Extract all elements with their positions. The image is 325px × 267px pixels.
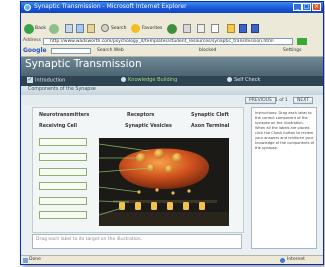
page-content: Synaptic Transmission ✓ Introduction Know… — [21, 57, 323, 255]
synapse-illustration-svg — [99, 138, 229, 226]
page-indicator: 1 of 1 — [275, 98, 288, 103]
axon-terminal-shape — [118, 148, 210, 189]
status-bar: Done Internet — [21, 255, 323, 264]
page-icon — [23, 258, 28, 263]
tab-introduction[interactable]: ✓ Introduction — [27, 77, 65, 84]
discuss-icon[interactable] — [251, 24, 259, 33]
print-icon[interactable] — [211, 24, 219, 33]
close-button[interactable]: × — [312, 3, 321, 11]
app-header: Synaptic Transmission — [21, 57, 323, 76]
address-bar: Address http://www.wadsworth.com/psychol… — [21, 37, 323, 46]
previous-button[interactable]: PREVIOUS — [245, 97, 276, 104]
home-icon[interactable] — [87, 24, 95, 33]
messenger-icon[interactable] — [239, 24, 247, 33]
back-icon[interactable] — [24, 24, 34, 34]
google-search-web-button[interactable]: Search Web — [97, 48, 124, 53]
browser-window: Synaptic Transmission - Microsoft Intern… — [20, 1, 324, 265]
globe-icon — [280, 258, 285, 263]
instructions-panel: Instructions: Drag each label to the cor… — [251, 107, 317, 249]
history-icon[interactable] — [183, 24, 191, 33]
google-logo: Google — [23, 47, 47, 54]
folder-icon[interactable] — [227, 24, 235, 33]
forward-icon[interactable] — [49, 24, 59, 34]
back-label[interactable]: Back — [35, 26, 46, 31]
page-nav: PREVIOUS 1 of 1 NEXT — [21, 95, 323, 105]
label-synaptic-cleft[interactable]: Synaptic Cleft — [191, 113, 229, 118]
section-header: Components of the Synapse — [21, 86, 323, 95]
section-title: Components of the Synapse — [28, 87, 96, 92]
tab-introduction-label: Introduction — [35, 77, 66, 84]
app-title: Synaptic Transmission — [25, 58, 142, 70]
favorites-icon[interactable] — [131, 24, 140, 33]
drop-target[interactable] — [39, 211, 87, 219]
search-label[interactable]: Search — [111, 26, 126, 31]
zone-text: Internet — [287, 257, 305, 262]
drop-target[interactable] — [39, 168, 87, 176]
bullet-icon — [121, 77, 126, 82]
menu-bar: File Edit View Favorites Tools Help — [21, 13, 323, 29]
media-icon[interactable] — [167, 24, 177, 34]
bullet-icon — [227, 77, 232, 82]
label-axon-terminal[interactable]: Axon Terminal — [191, 124, 229, 129]
google-settings-button[interactable]: Settings — [283, 48, 301, 53]
drop-target[interactable] — [39, 153, 87, 161]
checkmark-icon: ✓ — [27, 76, 33, 83]
instructions-text: Instructions: Drag each label to the cor… — [255, 111, 315, 150]
search-icon[interactable] — [101, 24, 109, 32]
google-search-input[interactable] — [51, 48, 91, 54]
tab-knowledge-building[interactable]: Knowledge Building — [121, 77, 177, 83]
google-toolbar: Google Search Web blocked Settings — [21, 46, 323, 57]
window-title: Synaptic Transmission - Microsoft Intern… — [34, 3, 187, 10]
tab-knowledge-building-label: Knowledge Building — [128, 77, 178, 83]
feedback-text: Drag each label to its target on the ill… — [36, 237, 143, 242]
status-text: Done — [29, 257, 41, 262]
address-input[interactable]: http://www.wadsworth.com/psychology_d/te… — [43, 38, 293, 45]
next-button[interactable]: NEXT — [293, 97, 313, 104]
go-button[interactable] — [297, 38, 307, 45]
popup-blocked-label[interactable]: blocked — [199, 48, 216, 53]
refresh-icon[interactable] — [76, 24, 84, 33]
mail-icon[interactable] — [197, 24, 205, 33]
title-bar[interactable]: Synaptic Transmission - Microsoft Intern… — [21, 2, 323, 13]
drop-target[interactable] — [39, 197, 87, 205]
browser-toolbar: Back Search Favorites — [21, 21, 323, 38]
address-label: Address — [23, 38, 41, 43]
drop-target[interactable] — [39, 138, 87, 146]
stop-icon[interactable] — [65, 24, 73, 33]
label-receptors[interactable]: Receptors — [127, 113, 154, 118]
tab-self-check[interactable]: Self Check — [227, 77, 260, 83]
label-synaptic-vesicles[interactable]: Synaptic Vesicles — [125, 124, 172, 129]
maximize-button[interactable]: □ — [302, 3, 311, 11]
ie-logo-icon — [24, 4, 31, 11]
minimize-button[interactable]: _ — [293, 3, 302, 11]
favorites-label[interactable]: Favorites — [142, 26, 162, 31]
synapse-activity: Neurotransmitters Receptors Synaptic Cle… — [32, 107, 244, 233]
tab-self-check-label: Self Check — [234, 77, 261, 83]
drop-target[interactable] — [39, 182, 87, 190]
feedback-box: Drag each label to its target on the ill… — [32, 234, 242, 249]
synapse-illustration — [99, 138, 229, 226]
app-tabs: ✓ Introduction Knowledge Building Self Ch… — [21, 76, 323, 86]
label-receiving-cell[interactable]: Receiving Cell — [39, 124, 77, 129]
label-neurotransmitters[interactable]: Neurotransmitters — [39, 113, 89, 118]
